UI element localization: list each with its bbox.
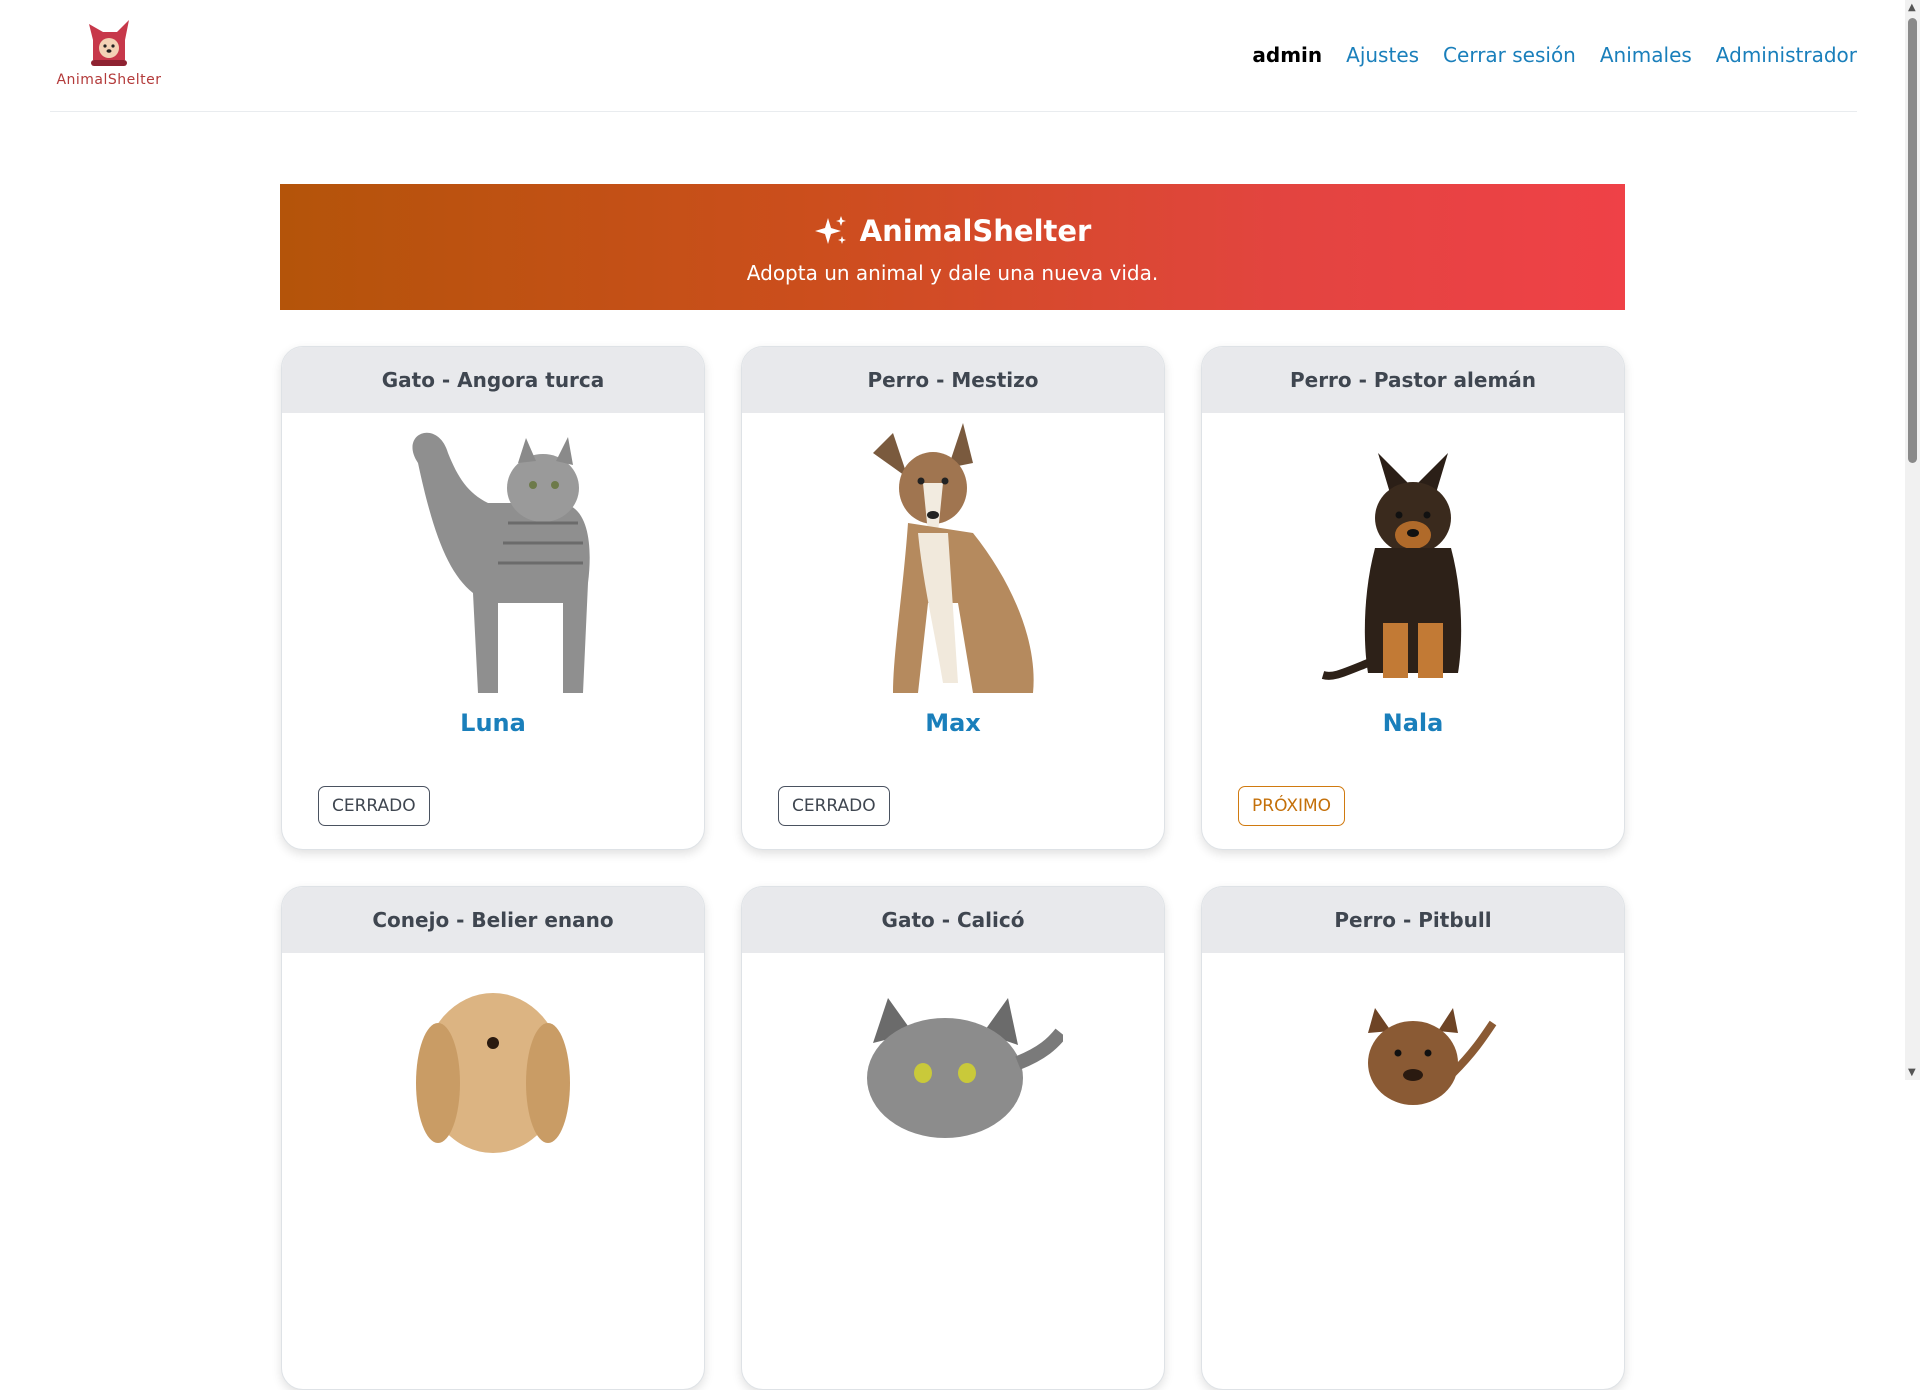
animal-name-link[interactable] — [1202, 1249, 1624, 1289]
animal-name-link[interactable] — [742, 1249, 1164, 1289]
hero-title: AnimalShelter — [859, 214, 1092, 248]
lop-rabbit-photo — [282, 953, 704, 1243]
dog-logo-icon — [89, 20, 129, 66]
hero-title-row: AnimalShelter — [280, 214, 1625, 248]
sparkles-icon — [814, 216, 846, 244]
card-header: Perro - Pitbull — [1202, 887, 1624, 953]
card-header: Perro - Pastor alemán — [1202, 347, 1624, 413]
animal-card[interactable]: Gato - Calicó — [741, 886, 1165, 1390]
hero-banner: AnimalShelter Adopta un animal y dale un… — [280, 184, 1625, 310]
scroll-up-arrow-icon[interactable]: ▲ — [1908, 2, 1916, 13]
animal-card[interactable]: Perro - Mestizo Max CERRADO — [741, 346, 1165, 850]
animal-card[interactable]: Perro - Pastor alemán Nala PRÓXIMO — [1201, 346, 1625, 850]
status-badge: CERRADO — [778, 786, 890, 826]
card-header: Gato - Calicó — [742, 887, 1164, 953]
card-header: Conejo - Belier enano — [282, 887, 704, 953]
nav-link-settings[interactable]: Ajustes — [1346, 43, 1419, 67]
animal-name-link[interactable] — [282, 1249, 704, 1289]
page-scrollbar[interactable]: ▲ ▼ — [1905, 0, 1920, 1080]
pitbull-dog-photo — [1202, 953, 1624, 1243]
card-header: Perro - Mestizo — [742, 347, 1164, 413]
nav-menu: admin Ajustes Cerrar sesión Animales Adm… — [1252, 43, 1857, 67]
scroll-down-arrow-icon[interactable]: ▼ — [1908, 1067, 1916, 1078]
animal-name-link[interactable]: Max — [742, 709, 1164, 749]
status-badge: CERRADO — [318, 786, 430, 826]
nav-link-logout[interactable]: Cerrar sesión — [1443, 43, 1576, 67]
scroll-thumb[interactable] — [1908, 18, 1917, 463]
gray-cat-photo — [282, 413, 704, 703]
animal-name-link[interactable]: Nala — [1202, 709, 1624, 749]
calico-cat-photo — [742, 953, 1164, 1243]
current-user: admin — [1252, 43, 1323, 67]
nav-link-animals[interactable]: Animales — [1600, 43, 1692, 67]
animal-card[interactable]: Perro - Pitbull — [1201, 886, 1625, 1390]
animal-card[interactable]: Conejo - Belier enano — [281, 886, 705, 1390]
hero-subtitle: Adopta un animal y dale una nueva vida. — [746, 261, 1159, 285]
status-badge: PRÓXIMO — [1238, 786, 1346, 826]
mixed-breed-dog-photo — [742, 413, 1164, 703]
top-navbar: AnimalShelter admin Ajustes Cerrar sesió… — [50, 0, 1857, 112]
animal-name-link[interactable]: Luna — [282, 709, 704, 749]
logo-text: AnimalShelter — [56, 72, 162, 88]
brand-logo[interactable]: AnimalShelter — [50, 18, 168, 94]
german-shepherd-puppy-photo — [1202, 413, 1624, 703]
nav-link-admin[interactable]: Administrador — [1716, 43, 1857, 67]
animal-card[interactable]: Gato - Angora turca Luna CERRADO — [281, 346, 705, 850]
card-header: Gato - Angora turca — [282, 347, 704, 413]
